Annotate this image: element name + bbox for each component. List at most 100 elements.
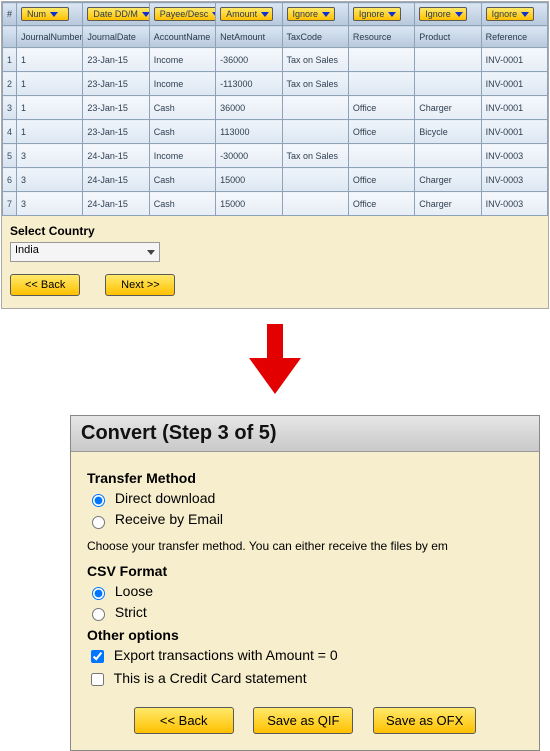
nav-buttons: << Back Next >> xyxy=(10,274,540,296)
col-map-2[interactable]: Date DD/M xyxy=(83,3,149,26)
col-map-1[interactable]: Num xyxy=(17,3,83,26)
transfer-email-option[interactable]: Receive by Email xyxy=(87,511,523,528)
page-container: # Num Date DD/M Payee/Desc Amount Ignore… xyxy=(1,1,549,309)
arrow-down-icon xyxy=(249,324,301,394)
chevron-down-icon xyxy=(147,250,155,255)
column-header-row: JournalNumber JournalDate AccountName Ne… xyxy=(3,26,548,48)
table-cell: Tax on Sales xyxy=(282,144,348,168)
table-cell: 2 xyxy=(3,72,17,96)
table-cell: Income xyxy=(149,144,215,168)
table-cell: 15000 xyxy=(216,192,282,216)
col-map-5[interactable]: Ignore xyxy=(282,3,348,26)
credit-card-option[interactable]: This is a Credit Card statement xyxy=(87,670,523,689)
convert-step3-card: Convert (Step 3 of 5) Transfer Method Di… xyxy=(70,415,540,751)
flow-arrow xyxy=(0,310,550,415)
table-cell: Charger xyxy=(415,192,481,216)
table-cell xyxy=(415,144,481,168)
table-cell: 23-Jan-15 xyxy=(83,72,149,96)
csv-strict-radio[interactable] xyxy=(92,608,105,621)
table-row[interactable]: 4123-Jan-15Cash113000OfficeBicycleINV-00… xyxy=(3,120,548,144)
table-cell xyxy=(415,72,481,96)
col-map-7[interactable]: Ignore xyxy=(415,3,481,26)
table-cell xyxy=(282,192,348,216)
table-cell: Office xyxy=(348,192,414,216)
table-cell: INV-0001 xyxy=(481,72,547,96)
table-cell xyxy=(348,144,414,168)
table-cell: 24-Jan-15 xyxy=(83,192,149,216)
col-map-8[interactable]: Ignore xyxy=(481,3,547,26)
table-cell: 7 xyxy=(3,192,17,216)
table-cell: Office xyxy=(348,168,414,192)
back-button[interactable]: << Back xyxy=(10,274,80,296)
country-select[interactable]: India xyxy=(10,242,160,262)
rownum-header: # xyxy=(3,3,17,26)
table-cell: Income xyxy=(149,72,215,96)
transfer-direct-radio[interactable] xyxy=(92,494,105,507)
table-cell: Charger xyxy=(415,96,481,120)
chevron-down-icon xyxy=(322,12,330,17)
table-cell: -30000 xyxy=(216,144,282,168)
table-cell: 1 xyxy=(17,48,83,72)
table-cell xyxy=(348,72,414,96)
chevron-down-icon xyxy=(521,12,529,17)
table-cell xyxy=(282,96,348,120)
transfer-method-heading: Transfer Method xyxy=(87,470,523,486)
csv-format-heading: CSV Format xyxy=(87,563,523,579)
table-cell: Cash xyxy=(149,120,215,144)
table-cell: 4 xyxy=(3,120,17,144)
table-cell: 3 xyxy=(17,192,83,216)
export-zero-option[interactable]: Export transactions with Amount = 0 xyxy=(87,647,523,666)
table-cell: Cash xyxy=(149,168,215,192)
col-map-6[interactable]: Ignore xyxy=(348,3,414,26)
table-cell xyxy=(282,120,348,144)
table-cell: Charger xyxy=(415,168,481,192)
table-cell: INV-0003 xyxy=(481,144,547,168)
table-cell: Tax on Sales xyxy=(282,72,348,96)
col-map-4[interactable]: Amount xyxy=(216,3,282,26)
table-row[interactable]: 1123-Jan-15Income-36000Tax on SalesINV-0… xyxy=(3,48,548,72)
other-options-heading: Other options xyxy=(87,627,523,643)
chevron-down-icon xyxy=(142,12,149,17)
table-cell: 36000 xyxy=(216,96,282,120)
table-cell: 5 xyxy=(3,144,17,168)
chevron-down-icon xyxy=(261,12,269,17)
table-cell: INV-0003 xyxy=(481,168,547,192)
table-cell: 23-Jan-15 xyxy=(83,120,149,144)
csv-loose-option[interactable]: Loose xyxy=(87,583,523,600)
credit-card-checkbox[interactable] xyxy=(91,673,104,686)
table-cell: 1 xyxy=(3,48,17,72)
transfer-email-radio[interactable] xyxy=(92,516,105,529)
table-cell: 3 xyxy=(3,96,17,120)
step3-back-button[interactable]: << Back xyxy=(134,707,234,734)
card-title: Convert (Step 3 of 5) xyxy=(71,416,539,452)
country-panel: Select Country India << Back Next >> xyxy=(2,216,548,308)
table-row[interactable]: 3123-Jan-15Cash36000OfficeChargerINV-000… xyxy=(3,96,548,120)
table-cell: 3 xyxy=(17,144,83,168)
table-row[interactable]: 7324-Jan-15Cash15000OfficeChargerINV-000… xyxy=(3,192,548,216)
table-cell xyxy=(348,48,414,72)
chevron-down-icon xyxy=(388,12,396,17)
table-row[interactable]: 5324-Jan-15Income-30000Tax on Sales INV-0… xyxy=(3,144,548,168)
table-row[interactable]: 6324-Jan-15Cash15000OfficeChargerINV-000… xyxy=(3,168,548,192)
next-button[interactable]: Next >> xyxy=(105,274,175,296)
chevron-down-icon xyxy=(455,12,463,17)
transfer-description: Choose your transfer method. You can eit… xyxy=(87,539,523,553)
csv-strict-option[interactable]: Strict xyxy=(87,604,523,621)
table-cell: INV-0001 xyxy=(481,120,547,144)
csv-loose-radio[interactable] xyxy=(92,587,105,600)
table-cell: 24-Jan-15 xyxy=(83,144,149,168)
table-cell: Tax on Sales xyxy=(282,48,348,72)
save-qif-button[interactable]: Save as QIF xyxy=(253,707,353,734)
transfer-direct-option[interactable]: Direct download xyxy=(87,490,523,507)
col-map-3[interactable]: Payee/Desc xyxy=(149,3,215,26)
select-country-label: Select Country xyxy=(10,224,540,238)
export-zero-checkbox[interactable] xyxy=(91,650,104,663)
table-cell: 3 xyxy=(17,168,83,192)
table-cell: Cash xyxy=(149,192,215,216)
save-ofx-button[interactable]: Save as OFX xyxy=(373,707,476,734)
table-cell: -36000 xyxy=(216,48,282,72)
table-cell: 113000 xyxy=(216,120,282,144)
card-body: Transfer Method Direct download Receive … xyxy=(71,452,539,750)
table-row[interactable]: 2123-Jan-15Income-113000Tax on SalesINV-… xyxy=(3,72,548,96)
table-cell: Bicycle xyxy=(415,120,481,144)
